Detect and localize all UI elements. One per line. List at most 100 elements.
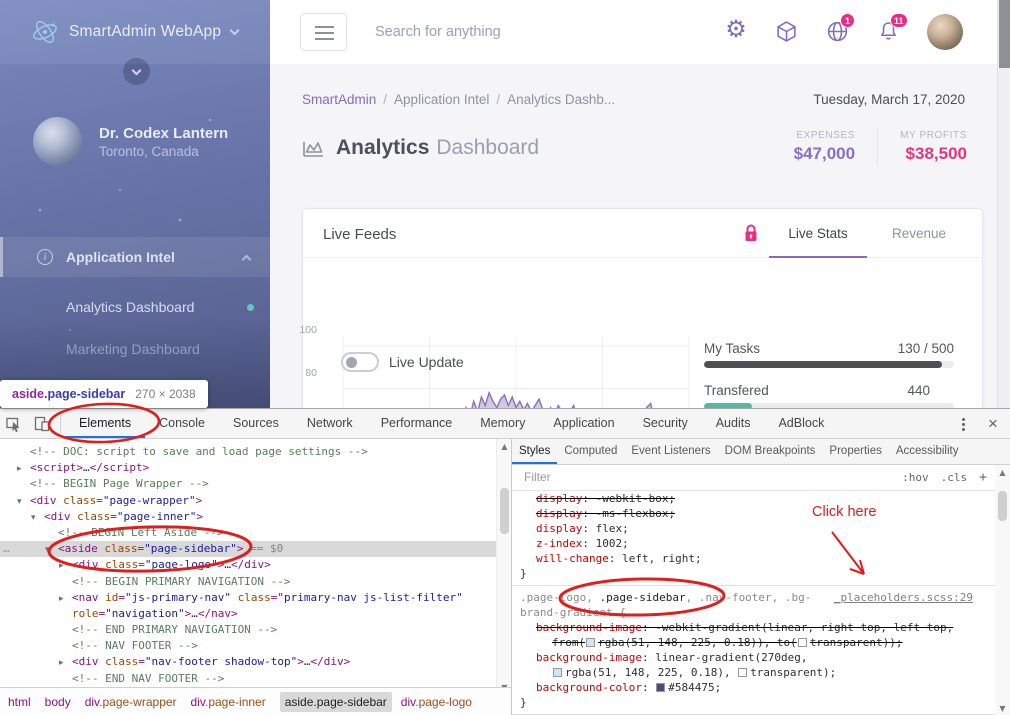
devtools-tab-audits[interactable]: Audits	[702, 409, 765, 438]
devtools-tab-network[interactable]: Network	[293, 409, 367, 438]
devtools-tab-performance[interactable]: Performance	[367, 409, 467, 438]
tree-expand-arrow[interactable]: ▾	[17, 494, 30, 510]
dom-crumb[interactable]: aside.page-sidebar	[280, 692, 392, 712]
tree-expand-arrow[interactable]: ▸	[59, 558, 72, 574]
cls-toggle[interactable]: .cls	[941, 471, 968, 484]
dom-tree-node[interactable]: <!-- BEGIN PRIMARY NAVIGATION -->	[0, 574, 496, 590]
tab-revenue[interactable]: Revenue	[879, 209, 959, 258]
dom-tree-node[interactable]: ▸<script>…</script>	[0, 460, 496, 476]
header-avatar[interactable]	[927, 14, 963, 50]
progress-row: Transfered440	[704, 383, 954, 410]
css-declaration[interactable]: will-change: left, right;	[512, 551, 995, 566]
color-swatch[interactable]	[656, 683, 665, 692]
sidebar-item-marketing-dashboard[interactable]: Marketing Dashboard	[66, 341, 266, 361]
dom-tree-node[interactable]: ▾<div class="page-inner">	[0, 509, 496, 525]
sidebar-item-application-intel[interactable]: i Application Intel	[0, 237, 270, 277]
dom-tree-node[interactable]: ▸<nav id="js-primary-nav" class="primary…	[0, 590, 496, 606]
hov-toggle[interactable]: :hov	[902, 471, 929, 484]
dom-tree-node[interactable]: ▸<div class="page-logo">…</div>	[0, 557, 496, 573]
globe-badge: 1	[840, 13, 855, 28]
breadcrumb-item[interactable]: SmartAdmin	[302, 92, 376, 107]
dom-tree-node[interactable]: <!-- BEGIN Page Wrapper -->	[0, 476, 496, 492]
css-declaration[interactable]: display: flex;	[512, 521, 995, 536]
live-update-toggle[interactable]	[341, 352, 379, 372]
styles-tab-accessibility[interactable]: Accessibility	[889, 439, 966, 464]
css-declaration[interactable]: rgba(51, 148, 225, 0.18), transparent);	[512, 665, 995, 680]
styles-filter-input[interactable]: Filter	[524, 470, 551, 484]
dom-crumb[interactable]: div.page-logo	[401, 695, 472, 709]
color-swatch[interactable]	[738, 668, 747, 677]
devtools-tab-security[interactable]: Security	[629, 409, 702, 438]
breadcrumb[interactable]: SmartAdmin/Application Intel/Analytics D…	[302, 92, 615, 107]
styles-tab-styles[interactable]: Styles	[512, 439, 557, 464]
css-declaration[interactable]: display: -ms-flexbox;	[512, 506, 995, 521]
tab-live-stats[interactable]: Live Stats	[769, 209, 867, 258]
styles-scrollbar[interactable]: ▲ ▼	[995, 465, 1010, 715]
styles-tab-properties[interactable]: Properties	[822, 439, 888, 464]
app-logo-bar[interactable]: SmartAdmin WebApp	[0, 0, 270, 64]
devtools-tab-sources[interactable]: Sources	[219, 409, 293, 438]
css-declaration[interactable]: from(rgba(51, 148, 225, 0.18)), to(trans…	[512, 635, 995, 650]
tree-expand-arrow[interactable]: ▸	[17, 461, 30, 477]
css-declaration[interactable]: display: -webkit-box;	[512, 491, 995, 506]
devtools-tab-application[interactable]: Application	[539, 409, 628, 438]
page-scrollbar-thumb[interactable]	[999, 0, 1010, 68]
styles-scrollbar-thumb[interactable]	[998, 491, 1007, 521]
notifications-bell-icon[interactable]: 11	[877, 20, 901, 44]
dom-tree-node[interactable]: <!-- END PRIMARY NAVIGATION -->	[0, 622, 496, 638]
user-profile[interactable]: Dr. Codex Lantern Toronto, Canada	[33, 117, 228, 166]
styles-tab-event-listeners[interactable]: Event Listeners	[624, 439, 717, 464]
color-swatch[interactable]	[586, 638, 595, 647]
lock-icon[interactable]	[743, 223, 759, 243]
devtools-more-icon[interactable]	[950, 416, 976, 433]
dom-crumb[interactable]: body	[45, 695, 71, 709]
devtools-tab-memory[interactable]: Memory	[466, 409, 539, 438]
tree-expand-arrow[interactable]: ▾	[31, 510, 44, 526]
chart-area-icon	[302, 139, 325, 158]
dom-tree-node[interactable]: <!-- END NAV FOOTER -->	[0, 671, 496, 687]
dom-tree-node[interactable]: <!-- BEGIN Left Aside -->	[0, 525, 496, 541]
css-declaration[interactable]: z-index: 1002;	[512, 536, 995, 551]
devtools-tab-elements[interactable]: Elements	[65, 409, 145, 438]
dom-crumb[interactable]: div.page-inner	[191, 695, 266, 709]
styles-tab-dom-breakpoints[interactable]: DOM Breakpoints	[718, 439, 823, 464]
dom-tree-scrollbar-thumb[interactable]	[500, 488, 509, 534]
devtools-close-icon[interactable]: ×	[976, 409, 1010, 439]
css-declaration[interactable]: background-image: linear-gradient(270deg…	[512, 650, 995, 665]
dom-tree-node[interactable]: <!-- NAV FOOTER -->	[0, 638, 496, 654]
styles-tab-computed[interactable]: Computed	[557, 439, 624, 464]
dom-crumb[interactable]: html	[8, 695, 31, 709]
css-declaration[interactable]: }	[512, 695, 995, 710]
css-declaration[interactable]: background-image: -webkit-gradient(linea…	[512, 620, 995, 635]
settings-gear-icon[interactable]: ⚙	[724, 17, 748, 41]
tree-expand-arrow[interactable]: ▸	[59, 655, 72, 671]
tree-expand-arrow[interactable]: ▾	[45, 542, 58, 558]
menu-toggle-button[interactable]	[300, 13, 347, 51]
new-style-rule-icon[interactable]: +	[979, 470, 987, 485]
css-declaration[interactable]: }	[512, 566, 995, 581]
dom-tree-scrollbar[interactable]: ▲ ▼	[496, 439, 511, 695]
devtools-tab-console[interactable]: Console	[145, 409, 219, 438]
css-declaration[interactable]: .page-logo, .page-sidebar, .nav-footer, …	[512, 590, 995, 605]
search-input[interactable]	[375, 18, 675, 46]
inspect-element-icon[interactable]	[0, 409, 28, 438]
sidebar-item-analytics-dashboard[interactable]: Analytics Dashboard	[66, 299, 266, 319]
tree-expand-arrow[interactable]: ▸	[59, 591, 72, 607]
color-swatch[interactable]	[798, 638, 807, 647]
devtools-tab-adblock[interactable]: AdBlock	[764, 409, 838, 438]
dom-tree-node[interactable]: …▾<aside class="page-sidebar"> == $0	[0, 541, 496, 557]
dom-crumb[interactable]: div.page-wrapper	[85, 695, 177, 709]
sidebar-collapse-button[interactable]	[123, 58, 150, 85]
apps-cube-icon[interactable]	[775, 20, 799, 44]
language-globe-icon[interactable]: 1	[826, 20, 850, 44]
css-declaration[interactable]: background-color: #584475;	[512, 680, 995, 695]
stylesheet-source-link[interactable]: _placeholders.scss:29	[834, 590, 973, 605]
dom-tree-node[interactable]: ▸<div class="nav-footer shadow-top">…</d…	[0, 654, 496, 670]
css-declaration[interactable]: brand-gradient {	[512, 605, 995, 620]
dom-tree-node[interactable]: role="navigation">…</nav>	[0, 606, 496, 622]
dom-tree-node[interactable]: ▾<div class="page-wrapper">	[0, 493, 496, 509]
device-toolbar-icon[interactable]	[28, 409, 56, 438]
dom-tree-node[interactable]: <!-- DOC: script to save and load page s…	[0, 444, 496, 460]
page-scrollbar[interactable]	[997, 0, 1010, 408]
color-swatch[interactable]	[553, 668, 562, 677]
